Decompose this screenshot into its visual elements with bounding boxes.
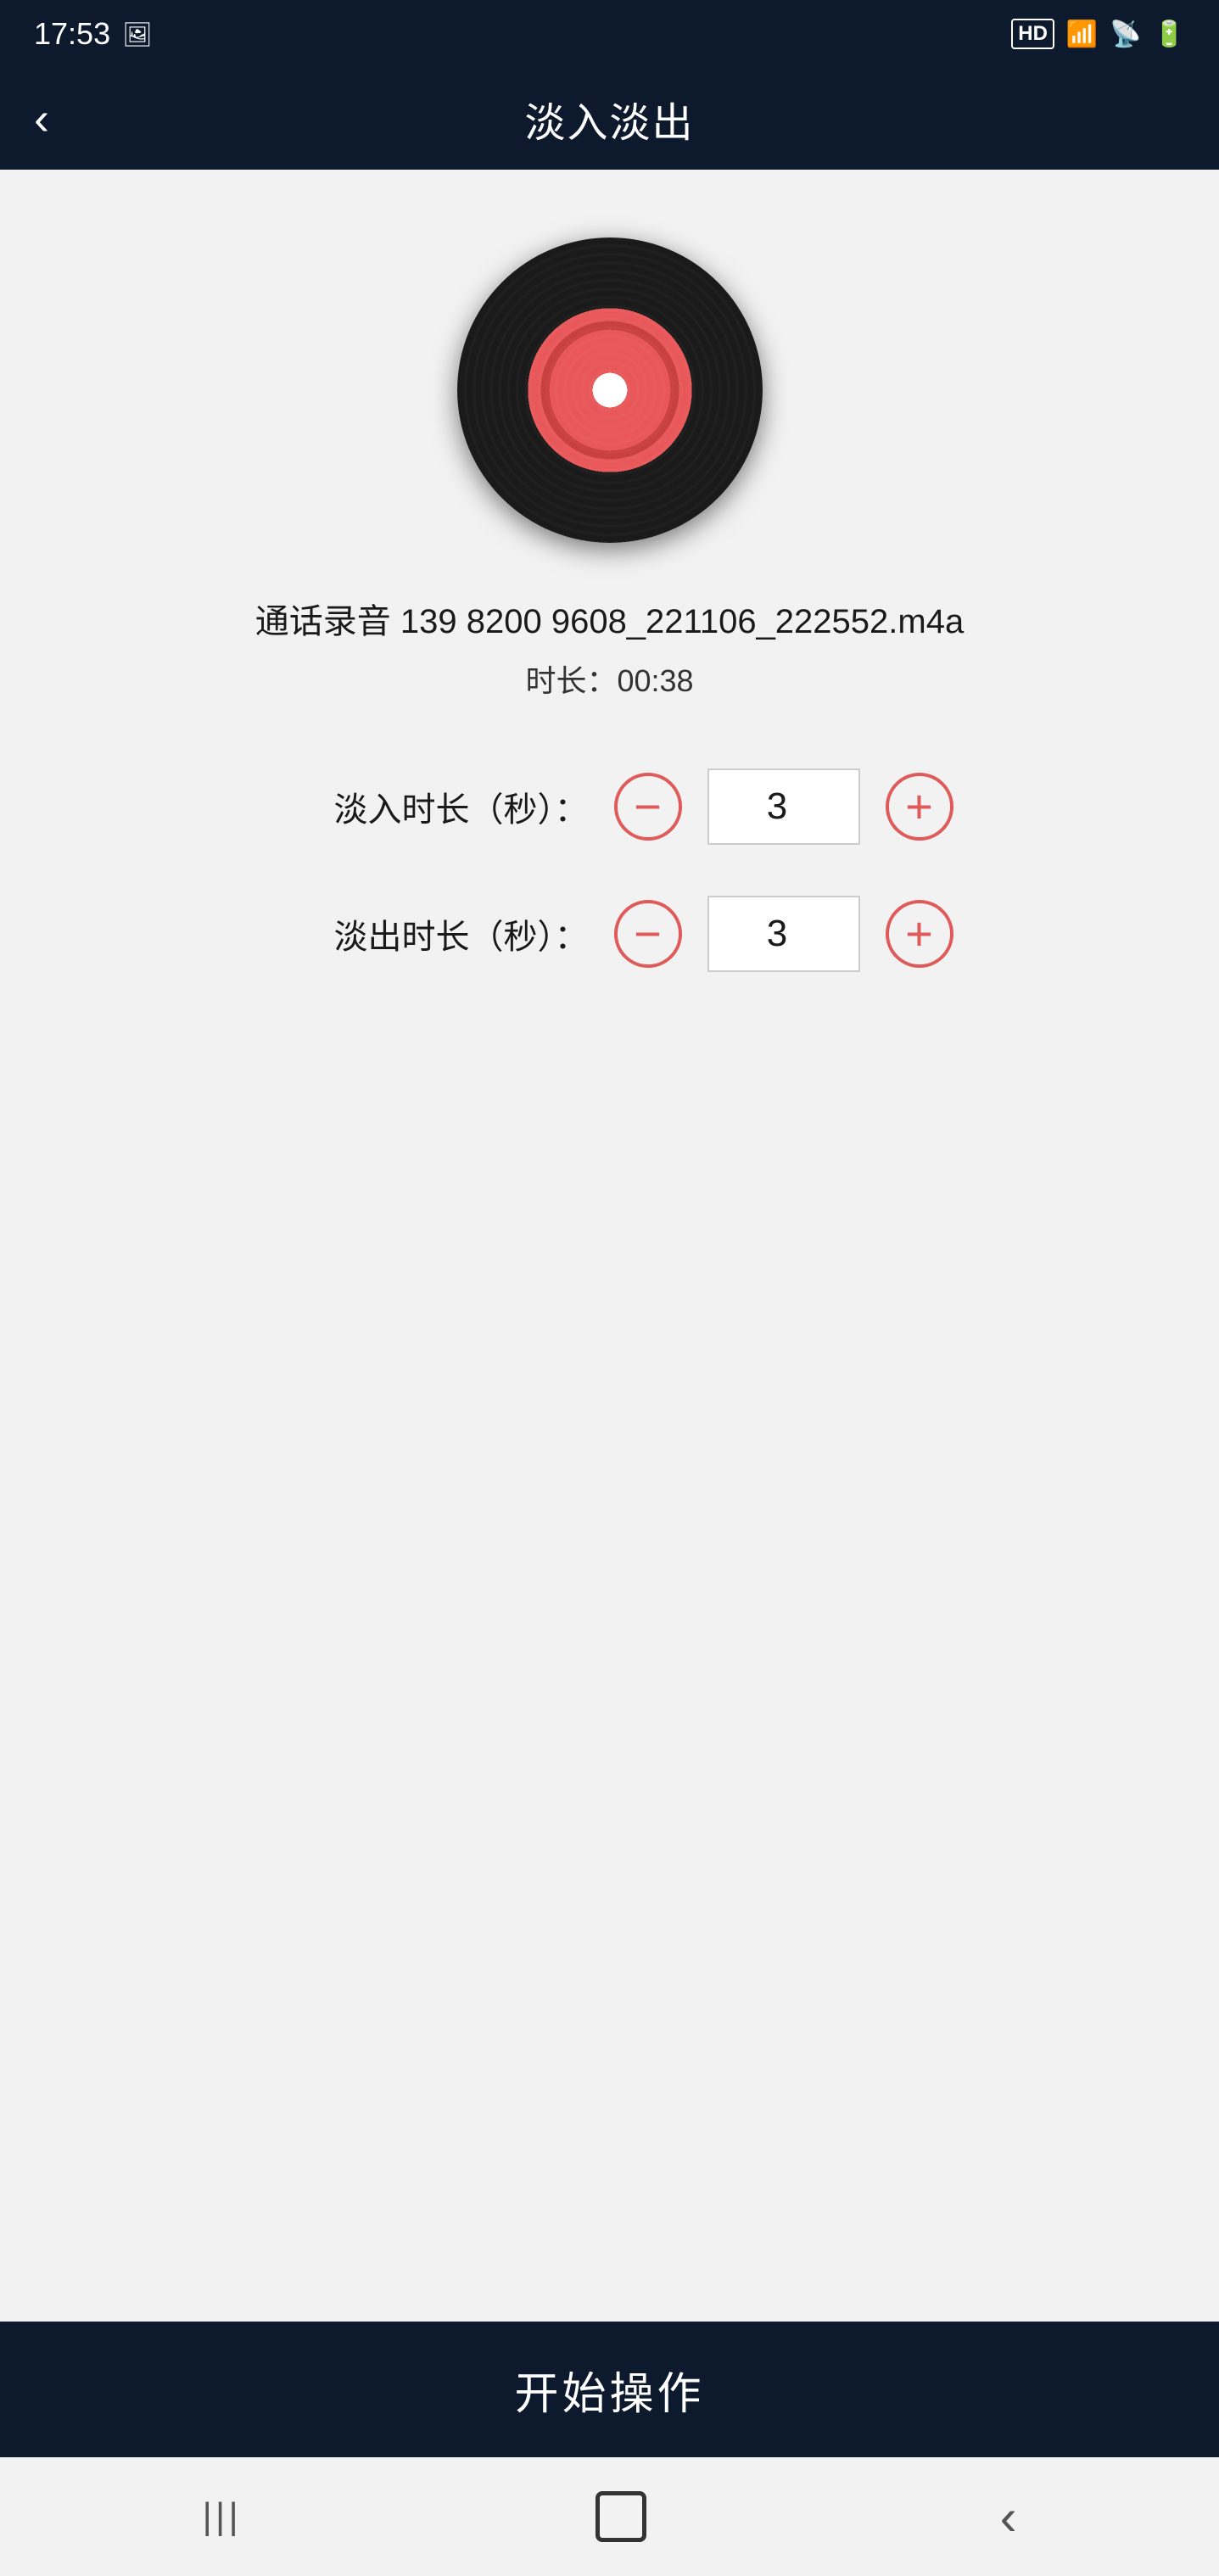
fade-out-plus-button[interactable]: + bbox=[886, 900, 953, 968]
recents-button[interactable]: ||| bbox=[151, 2478, 292, 2555]
photo-icon: 🖼 bbox=[122, 20, 153, 48]
fade-in-plus-button[interactable]: + bbox=[886, 773, 953, 841]
start-button[interactable]: 开始操作 bbox=[514, 2358, 704, 2422]
vinyl-record bbox=[457, 237, 763, 543]
status-time: 17:53 bbox=[34, 16, 110, 52]
vinyl-record-container bbox=[457, 237, 763, 543]
nav-bar: ‹ 淡入淡出 bbox=[0, 68, 1219, 170]
fade-in-row: 淡入时长（秒）： − + bbox=[85, 768, 1134, 845]
hd-badge: HD bbox=[1011, 19, 1054, 49]
back-button[interactable]: ‹ bbox=[34, 96, 49, 142]
fade-out-row: 淡出时长（秒）： − + bbox=[85, 896, 1134, 972]
controls-section: 淡入时长（秒）： − + 淡出时长（秒）： − + bbox=[51, 768, 1168, 972]
status-bar-left: 17:53 🖼 bbox=[34, 16, 153, 52]
fade-in-minus-button[interactable]: − bbox=[614, 773, 682, 841]
file-duration: 时长：00:38 bbox=[525, 657, 693, 701]
fade-out-label: 淡出时长（秒）： bbox=[266, 909, 589, 958]
fade-out-input[interactable] bbox=[707, 896, 860, 972]
battery-icon: 🔋 bbox=[1154, 20, 1185, 49]
home-button[interactable] bbox=[596, 2491, 646, 2542]
wifi-icon: 📶 bbox=[1066, 20, 1098, 49]
main-content: 通话录音 139 8200 9608_221106_222552.m4a 时长：… bbox=[0, 170, 1219, 2322]
file-name: 通话录音 139 8200 9608_221106_222552.m4a bbox=[255, 594, 964, 643]
fade-in-input[interactable] bbox=[707, 768, 860, 845]
system-back-button[interactable]: ‹ bbox=[949, 2471, 1068, 2563]
system-nav-bar: ||| ‹ bbox=[0, 2457, 1219, 2576]
page-title: 淡入淡出 bbox=[524, 89, 694, 148]
fade-out-minus-button[interactable]: − bbox=[614, 900, 682, 968]
signal-icon: 📡 bbox=[1110, 20, 1141, 49]
fade-in-label: 淡入时长（秒）： bbox=[266, 782, 589, 831]
status-bar-right: HD 📶 📡 🔋 bbox=[1011, 19, 1185, 49]
status-bar: 17:53 🖼 HD 📶 📡 🔋 bbox=[0, 0, 1219, 68]
bottom-bar: 开始操作 bbox=[0, 2322, 1219, 2457]
